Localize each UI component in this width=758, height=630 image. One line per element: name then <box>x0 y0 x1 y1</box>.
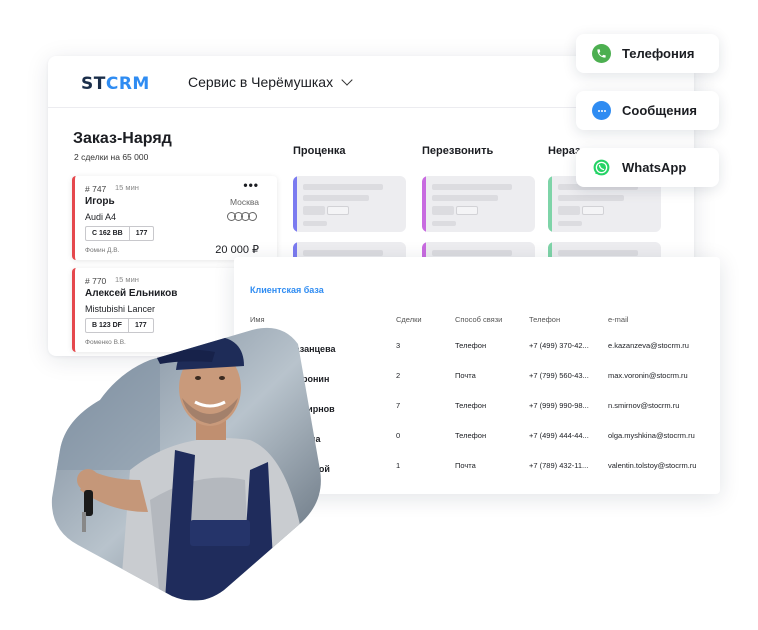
mechanic-photo <box>51 327 321 601</box>
